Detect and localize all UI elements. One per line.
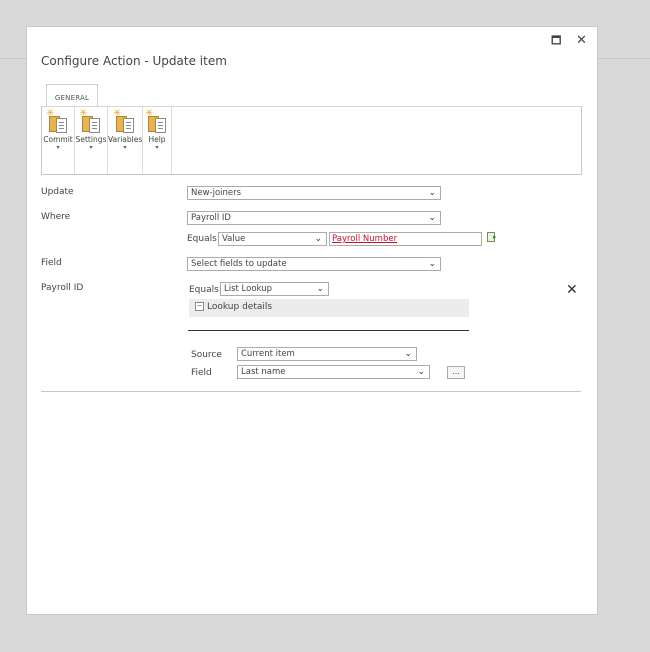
tab-general[interactable]: GENERAL <box>46 84 98 107</box>
chevron-down-icon: ⌄ <box>316 284 324 294</box>
dialog-title: Configure Action - Update item <box>41 54 227 68</box>
where-equals-label: Equals <box>187 234 217 244</box>
lookup-details-header[interactable]: − Lookup details <box>189 299 469 317</box>
field-select-value: Select fields to update <box>191 259 287 269</box>
payroll-equals-select[interactable]: List Lookup ⌄ <box>220 282 329 296</box>
payroll-equals-label: Equals <box>189 285 219 295</box>
help-label: Help <box>148 135 166 144</box>
where-equals-select[interactable]: Value ⌄ <box>218 232 327 246</box>
where-value-input[interactable]: Payroll Number <box>329 232 482 246</box>
ribbon-button-variables[interactable]: ✳ Variables ▾ <box>108 107 143 174</box>
close-icon[interactable]: ✕ <box>576 34 587 48</box>
chevron-down-icon: ⌄ <box>314 234 322 244</box>
where-field-value: Payroll ID <box>191 213 231 223</box>
commit-label: Commit <box>43 135 73 144</box>
configure-action-dialog: Configure Action - Update item 🗖 ✕ GENER… <box>27 27 597 614</box>
settings-icon: ✳ <box>79 109 103 133</box>
maximize-icon[interactable]: 🗖 <box>551 34 561 48</box>
ribbon: ✳ Commit ▾ ✳ Settings ▾ ✳ Variables ▾ ✳ … <box>41 106 582 175</box>
lookup-field-value: Last name <box>241 367 286 377</box>
source-label: Source <box>191 350 222 360</box>
variables-label: Variables <box>108 135 143 144</box>
settings-label: Settings <box>75 135 107 144</box>
ribbon-button-help[interactable]: ✳ Help ▾ <box>143 107 172 174</box>
remove-field-icon[interactable]: ✕ <box>566 283 578 297</box>
chevron-down-icon: ⌄ <box>417 367 425 377</box>
chevron-down-icon: ▾ <box>56 144 60 151</box>
ribbon-button-commit[interactable]: ✳ Commit ▾ <box>42 107 75 174</box>
lookup-details-label: Lookup details <box>207 302 273 312</box>
chevron-down-icon: ⌄ <box>428 188 436 198</box>
where-label: Where <box>41 212 71 222</box>
variables-icon: ✳ <box>113 109 137 133</box>
ribbon-button-settings[interactable]: ✳ Settings ▾ <box>75 107 108 174</box>
chevron-down-icon: ⌄ <box>404 349 412 359</box>
source-value: Current item <box>241 349 295 359</box>
update-list-select[interactable]: New-joiners ⌄ <box>187 186 441 200</box>
chevron-down-icon: ▾ <box>155 144 159 151</box>
update-list-value: New-joiners <box>191 188 242 198</box>
chevron-down-icon: ⌄ <box>428 259 436 269</box>
source-select[interactable]: Current item ⌄ <box>237 347 417 361</box>
where-field-select[interactable]: Payroll ID ⌄ <box>187 211 441 225</box>
more-options-button[interactable]: ... <box>447 366 465 379</box>
divider <box>41 391 581 392</box>
update-label: Update <box>41 187 74 197</box>
payroll-id-label: Payroll ID <box>41 283 84 293</box>
payroll-equals-value: List Lookup <box>224 284 272 294</box>
chevron-down-icon: ⌄ <box>428 213 436 223</box>
chevron-down-icon: ▾ <box>123 144 127 151</box>
lookup-field-select[interactable]: Last name ⌄ <box>237 365 430 379</box>
lookup-field-label: Field <box>191 368 212 378</box>
where-equals-value: Value <box>222 234 246 244</box>
insert-reference-icon[interactable]: ▸ <box>487 232 499 242</box>
divider <box>188 330 469 331</box>
commit-icon: ✳ <box>46 109 70 133</box>
background-line-left <box>0 58 27 59</box>
background-line-right <box>597 58 650 59</box>
field-select[interactable]: Select fields to update ⌄ <box>187 257 441 271</box>
help-icon: ✳ <box>145 109 169 133</box>
payroll-number-reference[interactable]: Payroll Number <box>332 234 397 244</box>
collapse-icon[interactable]: − <box>195 302 204 311</box>
field-label: Field <box>41 258 62 268</box>
chevron-down-icon: ▾ <box>89 144 93 151</box>
